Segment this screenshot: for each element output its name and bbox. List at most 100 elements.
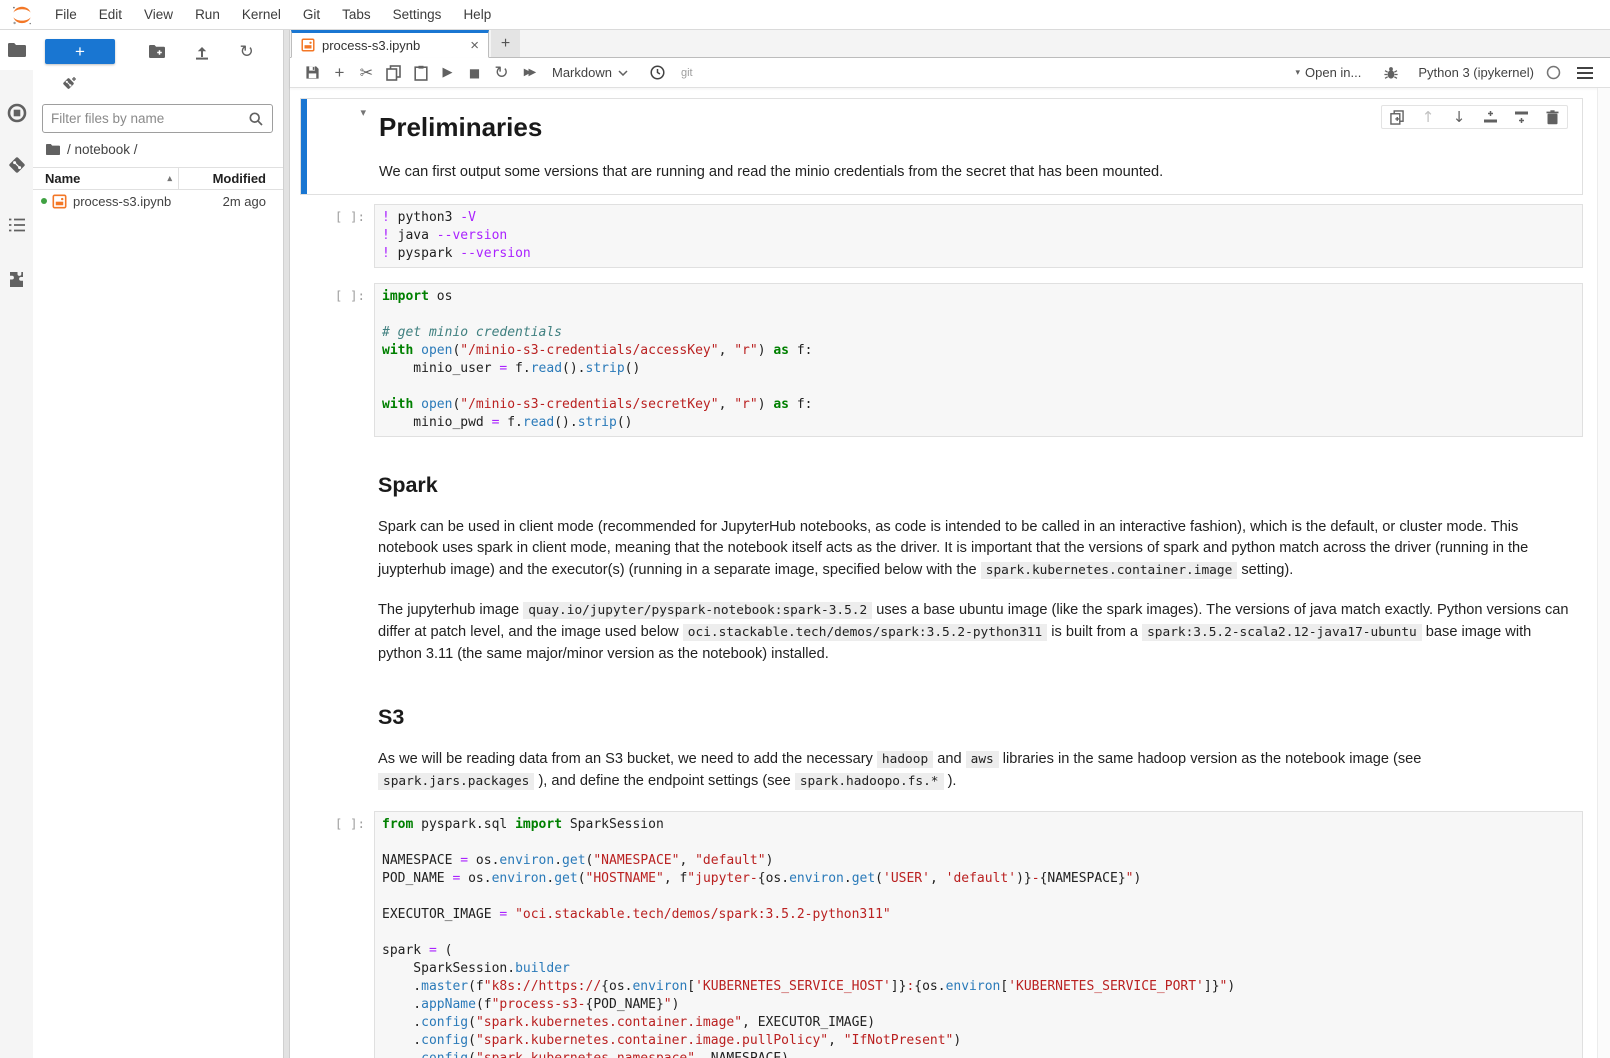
kernel-status-icon[interactable] [1546, 65, 1561, 80]
debugger-button[interactable] [1377, 61, 1404, 85]
insert-cell-above-button[interactable] [1481, 108, 1499, 126]
file-browser-panel: + ↻ [33, 30, 283, 1058]
menu-bar: File Edit View Run Kernel Git Tabs Setti… [0, 0, 1610, 30]
code-cell-content: import os # get minio credentialswith op… [374, 283, 1583, 443]
cut-cells-button[interactable]: ✂ [353, 61, 380, 85]
close-tab-icon[interactable]: × [470, 38, 479, 53]
jupyterlab-window: File Edit View Run Kernel Git Tabs Setti… [0, 0, 1610, 1058]
move-cell-up-button[interactable]: ↑ [1419, 108, 1437, 126]
sidebar-tab-toc[interactable] [0, 208, 33, 242]
cell-prompt: [ ]: [300, 811, 374, 1058]
cell-5-code[interactable]: [ ]:from pyspark.sql import SparkSession… [300, 811, 1583, 1058]
markdown-heading: Spark [378, 473, 1579, 498]
upload-button[interactable] [191, 40, 214, 64]
markdown-paragraph: We can first output some versions that a… [379, 162, 1578, 184]
activity-bar [0, 30, 33, 1058]
move-cell-down-button[interactable]: ↓ [1450, 108, 1468, 126]
file-browser-toolbar: + ↻ [33, 30, 283, 68]
breadcrumb-path[interactable]: / notebook / [67, 142, 138, 157]
breadcrumb: / notebook / [33, 133, 283, 162]
code-cell-content: from pyspark.sql import SparkSession NAM… [374, 811, 1583, 1058]
menu-item-file[interactable]: File [44, 2, 88, 27]
clock-icon [650, 65, 665, 80]
kernel-name[interactable]: Python 3 (ipykernel) [1418, 65, 1534, 80]
menu-item-run[interactable]: Run [184, 2, 231, 27]
new-tab-button[interactable]: + [491, 30, 520, 57]
folder-icon [7, 42, 27, 58]
cell-list: ▾PreliminariesWe can first output some v… [300, 98, 1583, 1058]
insert-cell-below-button[interactable] [1512, 108, 1530, 126]
cell-collapser-icon[interactable]: ▾ [360, 106, 366, 119]
open-in-dropdown[interactable]: ▾ Open in... [1295, 65, 1361, 80]
search-icon [248, 111, 264, 127]
code-editor[interactable]: import os # get minio credentialswith op… [374, 283, 1583, 437]
menu-item-tabs[interactable]: Tabs [331, 2, 382, 27]
hamburger-icon [1577, 67, 1593, 79]
plus-icon: + [75, 40, 85, 63]
notebook-file-icon [52, 194, 67, 209]
plus-icon: + [501, 35, 510, 53]
refresh-icon: ↻ [240, 42, 254, 62]
jupyter-logo-icon [10, 3, 34, 27]
running-kernels-icon [7, 103, 27, 123]
filter-files-box [42, 104, 273, 133]
cell-2-code[interactable]: [ ]:import os # get minio credentialswit… [300, 283, 1583, 443]
git-clone-row [33, 68, 283, 96]
interrupt-kernel-button[interactable]: ■ [461, 61, 488, 85]
column-header-name[interactable]: Name ▴ [33, 171, 178, 186]
git-toolbar-label: git [681, 67, 693, 79]
file-row[interactable]: process-s3.ipynb 2m ago [33, 190, 283, 212]
duplicate-cell-button[interactable] [1388, 108, 1406, 126]
execution-time-button[interactable] [644, 61, 671, 85]
insert-cell-button[interactable]: + [326, 61, 353, 85]
fast-forward-icon: ▶▶ [524, 67, 533, 78]
run-cell-button[interactable]: ▶ [434, 61, 461, 85]
main-dock-panel: process-s3.ipynb × + + ✂ ▶ [290, 30, 1610, 1058]
markdown-cell-content: Spark Spark can be used in client mode (r… [374, 452, 1583, 676]
file-name: process-s3.ipynb [73, 194, 171, 209]
menu-item-view[interactable]: View [133, 2, 184, 27]
menu-item-kernel[interactable]: Kernel [231, 2, 292, 27]
restart-run-all-button[interactable]: ▶▶ [515, 61, 542, 85]
toolbar-overflow-menu[interactable] [1571, 61, 1598, 85]
tab-process-s3[interactable]: process-s3.ipynb × [291, 30, 489, 58]
refresh-files-button[interactable]: ↻ [235, 40, 258, 64]
copy-cells-button[interactable] [380, 61, 407, 85]
markdown-paragraph: Spark can be used in client mode (recomm… [378, 517, 1579, 582]
column-header-modified[interactable]: Modified [179, 171, 283, 186]
cell-3-markdown[interactable]: Spark Spark can be used in client mode (r… [300, 452, 1583, 676]
git-icon [7, 155, 27, 175]
cell-4-markdown[interactable]: S3As we will be reading data from an S3 … [300, 684, 1583, 802]
cell-prompt: [ ]: [300, 204, 374, 274]
new-launcher-button[interactable]: + [45, 39, 115, 64]
save-button[interactable] [299, 61, 326, 85]
notebook-scroll-area[interactable]: ↑ ↓ ▾PreliminariesWe can first output so… [290, 88, 1610, 1058]
sidebar-tab-running[interactable] [0, 96, 33, 130]
menu-item-settings[interactable]: Settings [382, 2, 453, 27]
sidebar-tab-extensions[interactable] [0, 262, 33, 296]
git-clone-button[interactable] [59, 74, 79, 94]
filter-files-input[interactable] [51, 111, 248, 126]
new-folder-button[interactable] [146, 40, 169, 64]
panel-resizer[interactable] [283, 30, 290, 1058]
paste-cells-button[interactable] [407, 61, 434, 85]
cell-gutter: ▾ [301, 99, 375, 194]
menu-item-edit[interactable]: Edit [88, 2, 133, 27]
cell-gutter [300, 684, 374, 802]
tab-bar: process-s3.ipynb × + [290, 30, 1610, 58]
cell-1-code[interactable]: [ ]:! python3 -V! java --version! pyspar… [300, 204, 1583, 274]
menu-item-git[interactable]: Git [292, 2, 331, 27]
cell-toolbar: ↑ ↓ [1381, 105, 1568, 129]
restart-kernel-button[interactable]: ↻ [488, 61, 515, 85]
markdown-paragraph: The jupyterhub image quay.io/jupyter/pys… [378, 600, 1579, 665]
file-modified: 2m ago [223, 194, 283, 209]
sidebar-tab-git[interactable] [0, 148, 33, 182]
menu-item-help[interactable]: Help [452, 2, 502, 27]
cell-type-dropdown[interactable]: Markdown [552, 65, 628, 80]
scrollbar[interactable] [1597, 88, 1610, 1058]
delete-cell-button[interactable] [1543, 108, 1561, 126]
code-editor[interactable]: from pyspark.sql import SparkSession NAM… [374, 811, 1583, 1058]
home-folder-icon[interactable] [45, 143, 61, 156]
sidebar-tab-files[interactable] [0, 30, 33, 70]
code-editor[interactable]: ! python3 -V! java --version! pyspark --… [374, 204, 1583, 268]
